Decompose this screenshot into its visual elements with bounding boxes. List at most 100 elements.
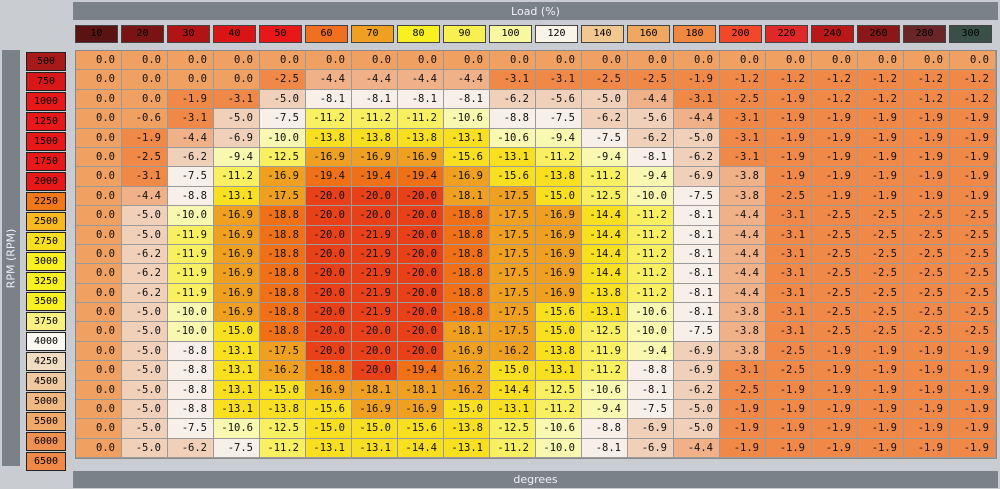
timing-cell[interactable]: -14.4: [490, 380, 536, 401]
timing-cell[interactable]: -1.9: [812, 419, 858, 439]
timing-cell[interactable]: 0.0: [76, 70, 122, 90]
timing-cell[interactable]: -1.9: [858, 438, 904, 459]
timing-cell[interactable]: -3.1: [766, 264, 812, 284]
timing-cell[interactable]: -5.0: [122, 361, 168, 381]
timing-cell[interactable]: -11.9: [168, 283, 214, 304]
timing-cell[interactable]: -2.5: [950, 244, 996, 265]
timing-cell[interactable]: -16.9: [306, 147, 352, 168]
timing-cell[interactable]: -7.5: [214, 438, 260, 459]
timing-cell[interactable]: -1.9: [950, 380, 996, 401]
timing-cell[interactable]: -11.9: [582, 341, 628, 362]
timing-cell[interactable]: -18.8: [260, 322, 306, 342]
timing-cell[interactable]: -3.1: [536, 70, 582, 90]
timing-cell[interactable]: -9.4: [628, 341, 674, 362]
timing-cell[interactable]: -17.5: [490, 244, 536, 265]
timing-cell[interactable]: -5.0: [122, 419, 168, 439]
timing-cell[interactable]: 0.0: [766, 51, 812, 71]
timing-cell[interactable]: -4.4: [720, 225, 766, 245]
timing-cell[interactable]: -11.9: [168, 244, 214, 265]
timing-cell[interactable]: -3.1: [122, 167, 168, 187]
timing-cell[interactable]: -1.9: [858, 167, 904, 187]
timing-cell[interactable]: -2.5: [628, 70, 674, 90]
timing-cell[interactable]: -4.4: [628, 89, 674, 110]
timing-cell[interactable]: -5.0: [674, 400, 720, 420]
timing-cell[interactable]: -11.2: [536, 147, 582, 168]
timing-cell[interactable]: -6.2: [628, 128, 674, 148]
timing-cell[interactable]: -9.4: [582, 147, 628, 168]
timing-cell[interactable]: -11.2: [536, 400, 582, 420]
timing-cell[interactable]: -10.6: [536, 419, 582, 439]
timing-cell[interactable]: -17.5: [490, 322, 536, 342]
timing-cell[interactable]: -11.2: [214, 167, 260, 187]
timing-cell[interactable]: -9.4: [214, 147, 260, 168]
timing-cell[interactable]: -20.0: [306, 283, 352, 304]
timing-cell[interactable]: 0.0: [398, 51, 444, 71]
timing-cell[interactable]: -1.9: [858, 186, 904, 207]
timing-cell[interactable]: -1.9: [950, 419, 996, 439]
timing-cell[interactable]: -8.1: [674, 264, 720, 284]
timing-cell[interactable]: -1.9: [720, 400, 766, 420]
timing-cell[interactable]: -3.1: [214, 89, 260, 110]
timing-cell[interactable]: 0.0: [260, 51, 306, 71]
timing-cell[interactable]: -5.0: [122, 206, 168, 226]
timing-cell[interactable]: -1.9: [904, 128, 950, 148]
timing-cell[interactable]: -13.8: [536, 341, 582, 362]
timing-cell[interactable]: -1.9: [950, 147, 996, 168]
timing-cell[interactable]: -16.9: [214, 206, 260, 226]
timing-cell[interactable]: -17.5: [490, 283, 536, 304]
timing-cell[interactable]: -1.9: [950, 361, 996, 381]
timing-cell[interactable]: -1.9: [812, 400, 858, 420]
timing-cell[interactable]: -1.9: [904, 186, 950, 207]
timing-cell[interactable]: -18.8: [260, 283, 306, 304]
timing-cell[interactable]: -2.5: [904, 322, 950, 342]
timing-cell[interactable]: -8.1: [582, 438, 628, 459]
timing-cell[interactable]: -1.2: [812, 70, 858, 90]
timing-cell[interactable]: -2.5: [950, 303, 996, 323]
timing-cell[interactable]: -12.5: [582, 186, 628, 207]
timing-cell[interactable]: -13.8: [306, 128, 352, 148]
timing-cell[interactable]: -7.5: [674, 186, 720, 207]
timing-cell[interactable]: -17.5: [490, 264, 536, 284]
timing-cell[interactable]: -20.0: [398, 341, 444, 362]
timing-cell[interactable]: -1.2: [904, 89, 950, 110]
timing-cell[interactable]: -2.5: [858, 206, 904, 226]
timing-cell[interactable]: -6.9: [628, 419, 674, 439]
timing-cell[interactable]: -1.2: [950, 89, 996, 110]
timing-cell[interactable]: -8.8: [168, 361, 214, 381]
timing-cell[interactable]: 0.0: [76, 206, 122, 226]
timing-cell[interactable]: -1.2: [766, 70, 812, 90]
timing-cell[interactable]: -19.4: [352, 167, 398, 187]
timing-cell[interactable]: -10.6: [214, 419, 260, 439]
timing-cell[interactable]: -20.0: [398, 206, 444, 226]
timing-cell[interactable]: -7.5: [536, 109, 582, 129]
timing-cell[interactable]: -3.1: [766, 283, 812, 304]
timing-cell[interactable]: -14.4: [582, 225, 628, 245]
timing-cell[interactable]: -18.8: [444, 225, 490, 245]
timing-cell[interactable]: -16.9: [306, 380, 352, 401]
timing-cell[interactable]: -7.5: [260, 109, 306, 129]
timing-cell[interactable]: -2.5: [812, 264, 858, 284]
timing-cell[interactable]: -1.9: [904, 361, 950, 381]
timing-cell[interactable]: -8.1: [674, 303, 720, 323]
timing-cell[interactable]: -1.9: [950, 438, 996, 459]
timing-cell[interactable]: -7.5: [674, 322, 720, 342]
timing-cell[interactable]: -5.0: [122, 225, 168, 245]
timing-cell[interactable]: 0.0: [76, 361, 122, 381]
timing-cell[interactable]: -1.9: [950, 400, 996, 420]
timing-cell[interactable]: 0.0: [904, 51, 950, 71]
timing-cell[interactable]: -15.0: [306, 419, 352, 439]
timing-cell[interactable]: -1.9: [812, 109, 858, 129]
timing-cell[interactable]: -20.0: [352, 322, 398, 342]
timing-cell[interactable]: -4.4: [720, 244, 766, 265]
timing-cell[interactable]: -8.1: [674, 283, 720, 304]
timing-cell[interactable]: -20.0: [398, 186, 444, 207]
timing-cell[interactable]: -1.2: [904, 70, 950, 90]
timing-cell[interactable]: -1.9: [904, 147, 950, 168]
timing-cell[interactable]: -1.9: [858, 341, 904, 362]
timing-cell[interactable]: -0.6: [122, 109, 168, 129]
timing-cell[interactable]: -2.5: [766, 186, 812, 207]
timing-cell[interactable]: -2.5: [904, 303, 950, 323]
timing-cell[interactable]: -2.5: [122, 147, 168, 168]
timing-cell[interactable]: -16.2: [444, 361, 490, 381]
timing-cell[interactable]: 0.0: [76, 341, 122, 362]
